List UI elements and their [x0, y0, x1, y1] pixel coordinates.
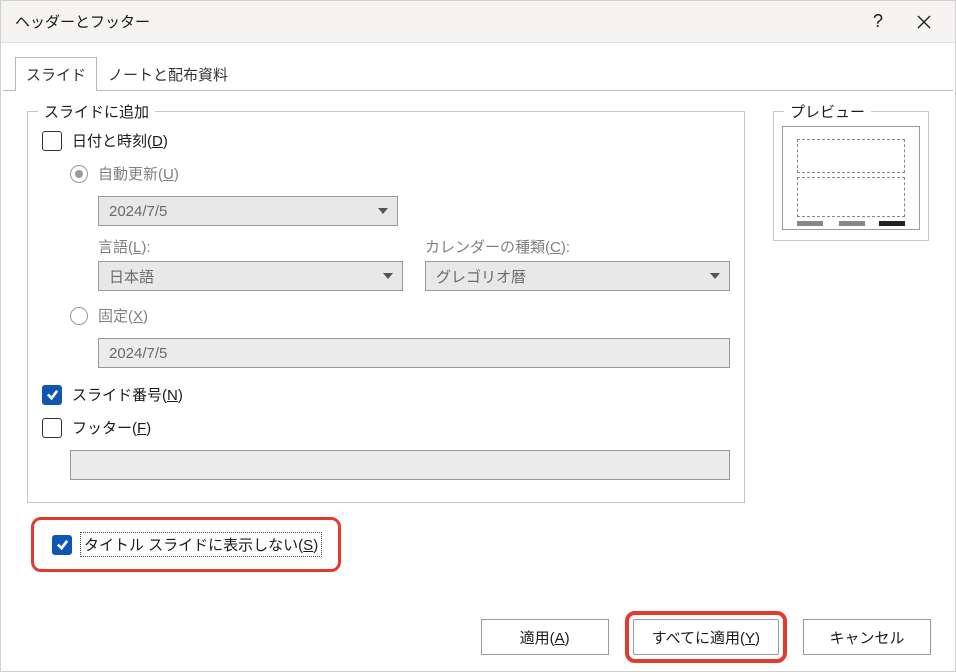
preview-footer-right	[879, 221, 905, 226]
input-fixed-date-value: 2024/7/5	[109, 345, 167, 362]
header-footer-dialog: ヘッダーとフッター ? スライド ノートと配布資料 スライドに追加 日付と時刻(…	[0, 0, 956, 672]
select-calendar-value: グレゴリオ暦	[436, 266, 707, 287]
select-calendar[interactable]: グレゴリオ暦	[425, 261, 730, 291]
input-fixed-date[interactable]: 2024/7/5	[98, 338, 730, 368]
tab-panel: スライドに追加 日付と時刻(D) 自動更新(U)	[3, 90, 953, 572]
label-footer: フッター(F)	[72, 417, 151, 438]
checkbox-date-time[interactable]	[42, 131, 62, 151]
tab-slide-label: スライド	[26, 67, 86, 84]
select-language-value: 日本語	[109, 266, 380, 287]
label-calendar: カレンダーの種類(C):	[425, 239, 570, 256]
select-date-format[interactable]: 2024/7/5	[98, 196, 398, 226]
cancel-button[interactable]: キャンセル	[803, 619, 931, 655]
select-language[interactable]: 日本語	[98, 261, 403, 291]
group-preview: プレビュー	[773, 111, 929, 241]
chevron-down-icon	[707, 273, 723, 279]
group-preview-title: プレビュー	[784, 101, 871, 122]
label-auto-update: 自動更新(U)	[98, 163, 179, 184]
preview-footer-left	[797, 221, 823, 226]
checkbox-footer[interactable]	[42, 418, 62, 438]
apply-all-button-label: すべてに適用(Y)	[652, 627, 760, 648]
apply-all-button[interactable]: すべてに適用(Y)	[633, 619, 779, 655]
chevron-down-icon	[380, 273, 396, 279]
label-slide-number: スライド番号(N)	[72, 384, 183, 405]
group-add-to-slide-title: スライドに追加	[38, 101, 155, 122]
apply-button[interactable]: 適用(A)	[481, 619, 609, 655]
preview-footer-center	[839, 221, 865, 226]
tab-notes-label: ノートと配布資料	[108, 67, 228, 84]
label-fixed: 固定(X)	[98, 305, 148, 326]
tab-strip: スライド ノートと配布資料	[3, 57, 953, 91]
dialog-body: スライド ノートと配布資料 スライドに追加 日付と時刻(D)	[1, 43, 955, 572]
preview-body-placeholder	[797, 177, 905, 217]
highlight-dont-show-on-title: タイトル スライドに表示しない(S)	[31, 517, 341, 572]
radio-auto-update[interactable]	[70, 165, 88, 183]
preview-title-placeholder	[797, 139, 905, 173]
checkbox-slide-number[interactable]	[42, 385, 62, 405]
apply-button-label: 適用(A)	[520, 627, 570, 648]
chevron-down-icon	[375, 208, 391, 214]
footer-buttons: 適用(A) すべてに適用(Y) キャンセル	[481, 619, 931, 655]
label-dont-show-on-title: タイトル スライドに表示しない(S)	[82, 534, 320, 555]
group-add-to-slide: スライドに追加 日付と時刻(D) 自動更新(U)	[27, 111, 745, 503]
tab-slide[interactable]: スライド	[15, 57, 97, 91]
preview-thumbnail	[782, 126, 920, 230]
input-footer-text[interactable]	[70, 450, 730, 480]
dialog-title: ヘッダーとフッター	[15, 11, 855, 32]
help-button[interactable]: ?	[855, 1, 901, 43]
radio-fixed[interactable]	[70, 307, 88, 325]
label-language: 言語(L):	[98, 239, 151, 256]
checkbox-dont-show-on-title[interactable]	[52, 535, 72, 555]
label-date-time: 日付と時刻(D)	[72, 130, 168, 151]
titlebar: ヘッダーとフッター ?	[1, 1, 955, 43]
select-date-format-value: 2024/7/5	[109, 203, 375, 220]
check-icon	[46, 388, 59, 401]
cancel-button-label: キャンセル	[829, 627, 904, 648]
tab-notes[interactable]: ノートと配布資料	[97, 57, 239, 91]
check-icon	[56, 538, 69, 551]
close-icon	[917, 15, 931, 29]
close-button[interactable]	[901, 1, 947, 43]
